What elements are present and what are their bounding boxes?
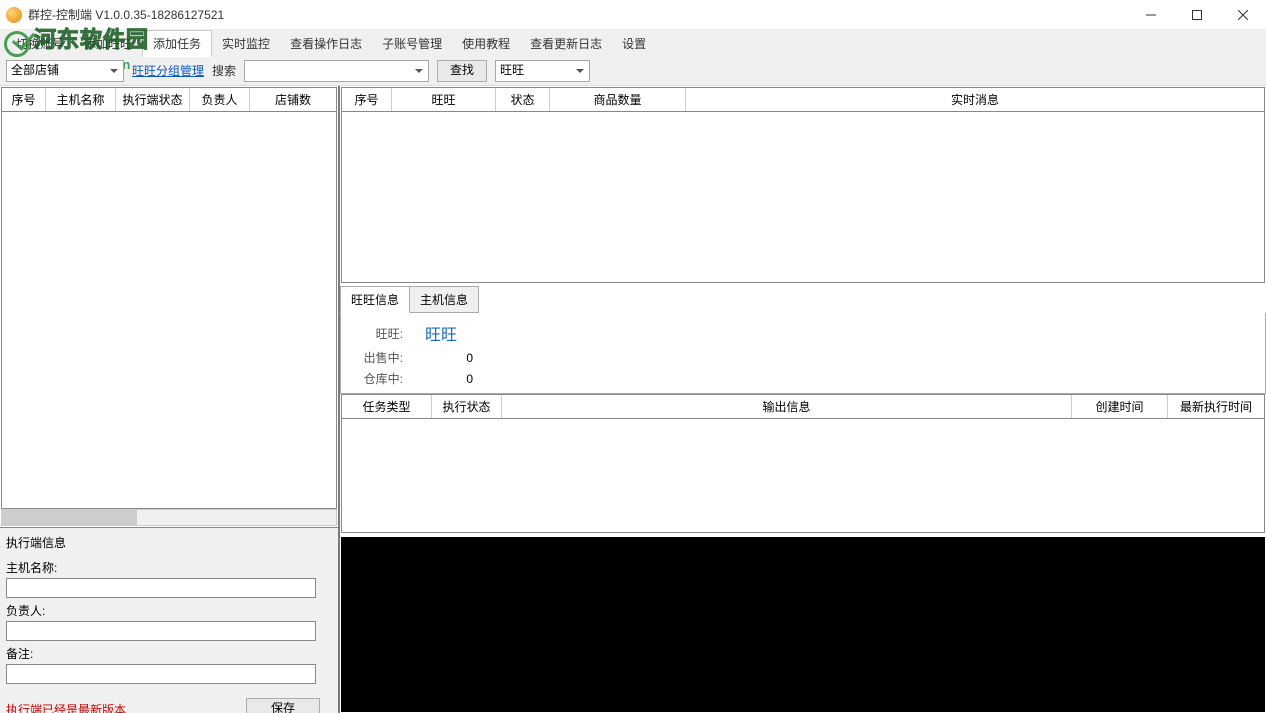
menu-item-2[interactable]: 添加任务 <box>142 30 212 57</box>
version-status: 执行端已经是最新版本 <box>6 701 126 713</box>
filter-select[interactable]: 旺旺 <box>495 60 590 82</box>
detail-value: 0 <box>403 351 473 365</box>
host-input[interactable] <box>6 578 316 598</box>
menu-item-4[interactable]: 查看操作日志 <box>280 31 372 56</box>
toolbar: 全部店铺 旺旺分组管理 搜索 查找 旺旺 <box>0 56 1266 86</box>
menu-item-6[interactable]: 使用教程 <box>452 31 520 56</box>
owner-label: 负责人: <box>6 604 45 618</box>
detail-key: 出售中: <box>349 349 403 366</box>
menu-item-7[interactable]: 查看更新日志 <box>520 31 612 56</box>
menu-item-1[interactable]: 添加旺旺 <box>74 31 142 56</box>
note-label: 备注: <box>6 647 33 661</box>
col-header[interactable]: 店铺数 <box>250 88 336 111</box>
detail-pane: 旺旺: 旺旺出售中:0仓库中:0 <box>340 313 1266 394</box>
left-table-body[interactable] <box>1 112 337 509</box>
menu-item-8[interactable]: 设置 <box>612 31 656 56</box>
find-button[interactable]: 查找 <box>437 60 487 82</box>
col-header[interactable]: 序号 <box>342 88 392 111</box>
right-top-table-header: 序号旺旺状态商品数量实时消息 <box>341 87 1265 112</box>
col-header[interactable]: 序号 <box>2 88 46 111</box>
group-manage-link[interactable]: 旺旺分组管理 <box>132 62 204 79</box>
app-icon <box>6 7 22 23</box>
col-header[interactable]: 状态 <box>496 88 550 111</box>
col-header[interactable]: 旺旺 <box>392 88 496 111</box>
host-label: 主机名称: <box>6 561 57 575</box>
right-top-table-body[interactable] <box>341 112 1265 283</box>
shop-select[interactable]: 全部店铺 <box>6 60 124 82</box>
detail-value: 0 <box>403 372 473 386</box>
task-table-body[interactable] <box>341 419 1265 533</box>
save-button[interactable]: 保存 <box>246 698 320 713</box>
owner-input[interactable] <box>6 621 316 641</box>
menu-item-5[interactable]: 子账号管理 <box>372 31 452 56</box>
note-input[interactable] <box>6 664 316 684</box>
left-table-header: 序号主机名称执行端状态负责人店铺数 <box>1 87 337 112</box>
search-input[interactable] <box>244 60 429 82</box>
col-header[interactable]: 执行端状态 <box>116 88 190 111</box>
menu-item-3[interactable]: 实时监控 <box>212 31 280 56</box>
col-header[interactable]: 负责人 <box>190 88 250 111</box>
detail-value[interactable]: 旺旺 <box>425 321 457 345</box>
close-button[interactable] <box>1220 0 1266 30</box>
tab-0[interactable]: 旺旺信息 <box>340 286 410 313</box>
tab-1[interactable]: 主机信息 <box>409 286 479 313</box>
maximize-button[interactable] <box>1174 0 1220 30</box>
col-header[interactable]: 最新执行时间 <box>1168 395 1264 418</box>
col-header[interactable]: 执行状态 <box>432 395 502 418</box>
menu-bar: 切换账号添加旺旺添加任务实时监控查看操作日志子账号管理使用教程查看更新日志设置 <box>0 30 1266 56</box>
col-header[interactable]: 输出信息 <box>502 395 1072 418</box>
exec-info-panel: 执行端信息 主机名称: 负责人: 备注: 执行端已经是最新版本 保存 <box>0 527 338 713</box>
title-bar: 群控-控制端 V1.0.0.35-18286127521 <box>0 0 1266 30</box>
detail-tabs: 旺旺信息主机信息 <box>340 286 1266 313</box>
minimize-button[interactable] <box>1128 0 1174 30</box>
exec-info-title: 执行端信息 <box>6 532 332 555</box>
col-header[interactable]: 实时消息 <box>686 88 1264 111</box>
col-header[interactable]: 商品数量 <box>550 88 686 111</box>
console-output[interactable] <box>341 537 1265 712</box>
search-label: 搜索 <box>212 62 236 79</box>
task-table-header: 任务类型执行状态输出信息创建时间最新执行时间 <box>341 394 1265 419</box>
window-title: 群控-控制端 V1.0.0.35-18286127521 <box>28 6 1128 23</box>
menu-item-0[interactable]: 切换账号 <box>6 31 74 56</box>
detail-key: 旺旺: <box>349 325 403 342</box>
col-header[interactable]: 创建时间 <box>1072 395 1168 418</box>
detail-key: 仓库中: <box>349 370 403 387</box>
left-scrollbar[interactable] <box>1 509 337 526</box>
col-header[interactable]: 主机名称 <box>46 88 116 111</box>
col-header[interactable]: 任务类型 <box>342 395 432 418</box>
